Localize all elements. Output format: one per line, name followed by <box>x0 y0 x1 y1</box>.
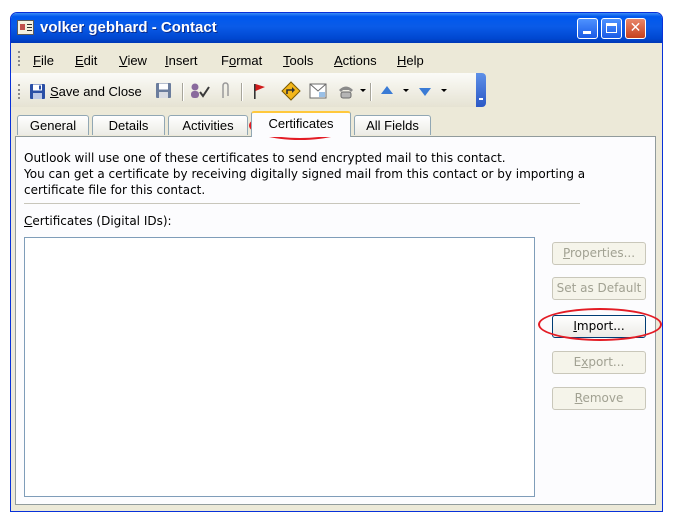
arrow-down-icon <box>419 88 431 96</box>
contact-window: volker gebhard - Contact ✕ File Edit Vie… <box>10 12 663 512</box>
save-icon <box>156 83 171 98</box>
divider <box>24 203 580 204</box>
menu-edit[interactable]: Edit <box>75 53 97 68</box>
certificates-list-label: Certificates (Digital IDs): <box>24 214 172 228</box>
floppy-disk-icon <box>30 83 45 99</box>
check-names-button[interactable] <box>189 81 211 101</box>
certificates-listbox[interactable] <box>24 237 535 497</box>
arrow-up-icon <box>381 86 393 94</box>
save-button[interactable] <box>155 81 173 101</box>
menu-tools[interactable]: Tools <box>283 53 313 68</box>
next-dropdown-arrow-icon[interactable] <box>441 89 447 92</box>
phone-icon <box>339 86 353 99</box>
import-button[interactable]: Import... <box>552 315 646 338</box>
standard-toolbar: Save and Close <box>11 73 486 107</box>
new-message-to-contact-button[interactable] <box>308 81 328 101</box>
title-bar[interactable]: volker gebhard - Contact ✕ <box>11 13 662 43</box>
contact-card-icon <box>17 20 34 35</box>
flag-icon <box>254 84 265 99</box>
properties-button[interactable]: Properties... <box>552 242 646 265</box>
maximize-button[interactable] <box>601 18 622 39</box>
certificate-info-text: Outlook will use one of these certificat… <box>24 151 586 197</box>
check-names-icon <box>191 83 210 98</box>
tab-general[interactable]: General <box>17 115 89 135</box>
close-icon: ✕ <box>629 20 642 36</box>
maximize-icon <box>606 23 617 33</box>
display-map-button[interactable] <box>281 81 301 101</box>
follow-up-flag-button[interactable] <box>251 81 267 101</box>
tab-strip: General Details Activities Certificates … <box>11 109 662 137</box>
menu-format[interactable]: Format <box>221 53 262 68</box>
letter-icon <box>309 83 327 99</box>
window-title: volker gebhard - Contact <box>40 19 217 36</box>
tab-details[interactable]: Details <box>92 115 165 135</box>
menu-help[interactable]: Help <box>397 53 424 68</box>
menu-view[interactable]: View <box>119 53 147 68</box>
remove-button[interactable]: Remove <box>552 387 646 410</box>
close-button[interactable]: ✕ <box>625 18 646 39</box>
tab-certificates[interactable]: Certificates <box>251 111 351 137</box>
menu-insert[interactable]: Insert <box>165 53 198 68</box>
previous-dropdown-arrow-icon[interactable] <box>403 89 409 92</box>
export-button[interactable]: Export... <box>552 351 646 374</box>
set-as-default-button[interactable]: Set as Default <box>552 277 646 300</box>
tab-activities[interactable]: Activities <box>168 115 248 135</box>
menu-file[interactable]: File <box>33 53 54 68</box>
menu-actions[interactable]: Actions <box>334 53 377 68</box>
menu-bar: File Edit View Insert Format Tools Actio… <box>11 43 662 73</box>
paperclip-icon <box>222 82 229 98</box>
save-and-close-button[interactable]: Save and Close <box>29 81 142 101</box>
tab-all-fields[interactable]: All Fields <box>354 115 431 135</box>
minimize-button[interactable] <box>577 18 598 39</box>
road-sign-icon <box>281 81 301 101</box>
previous-item-button[interactable] <box>379 81 395 101</box>
menu-grip-handle[interactable] <box>18 51 22 66</box>
phone-button[interactable] <box>336 81 356 101</box>
attach-button[interactable] <box>218 81 232 101</box>
minimize-icon <box>583 31 591 34</box>
certificates-panel: Outlook will use one of these certificat… <box>15 136 656 505</box>
toolbar-options-chevron-icon[interactable] <box>476 73 486 107</box>
toolbar-grip-handle[interactable] <box>18 84 22 99</box>
next-item-button[interactable] <box>417 81 433 101</box>
phone-dropdown-arrow-icon[interactable] <box>360 89 366 92</box>
